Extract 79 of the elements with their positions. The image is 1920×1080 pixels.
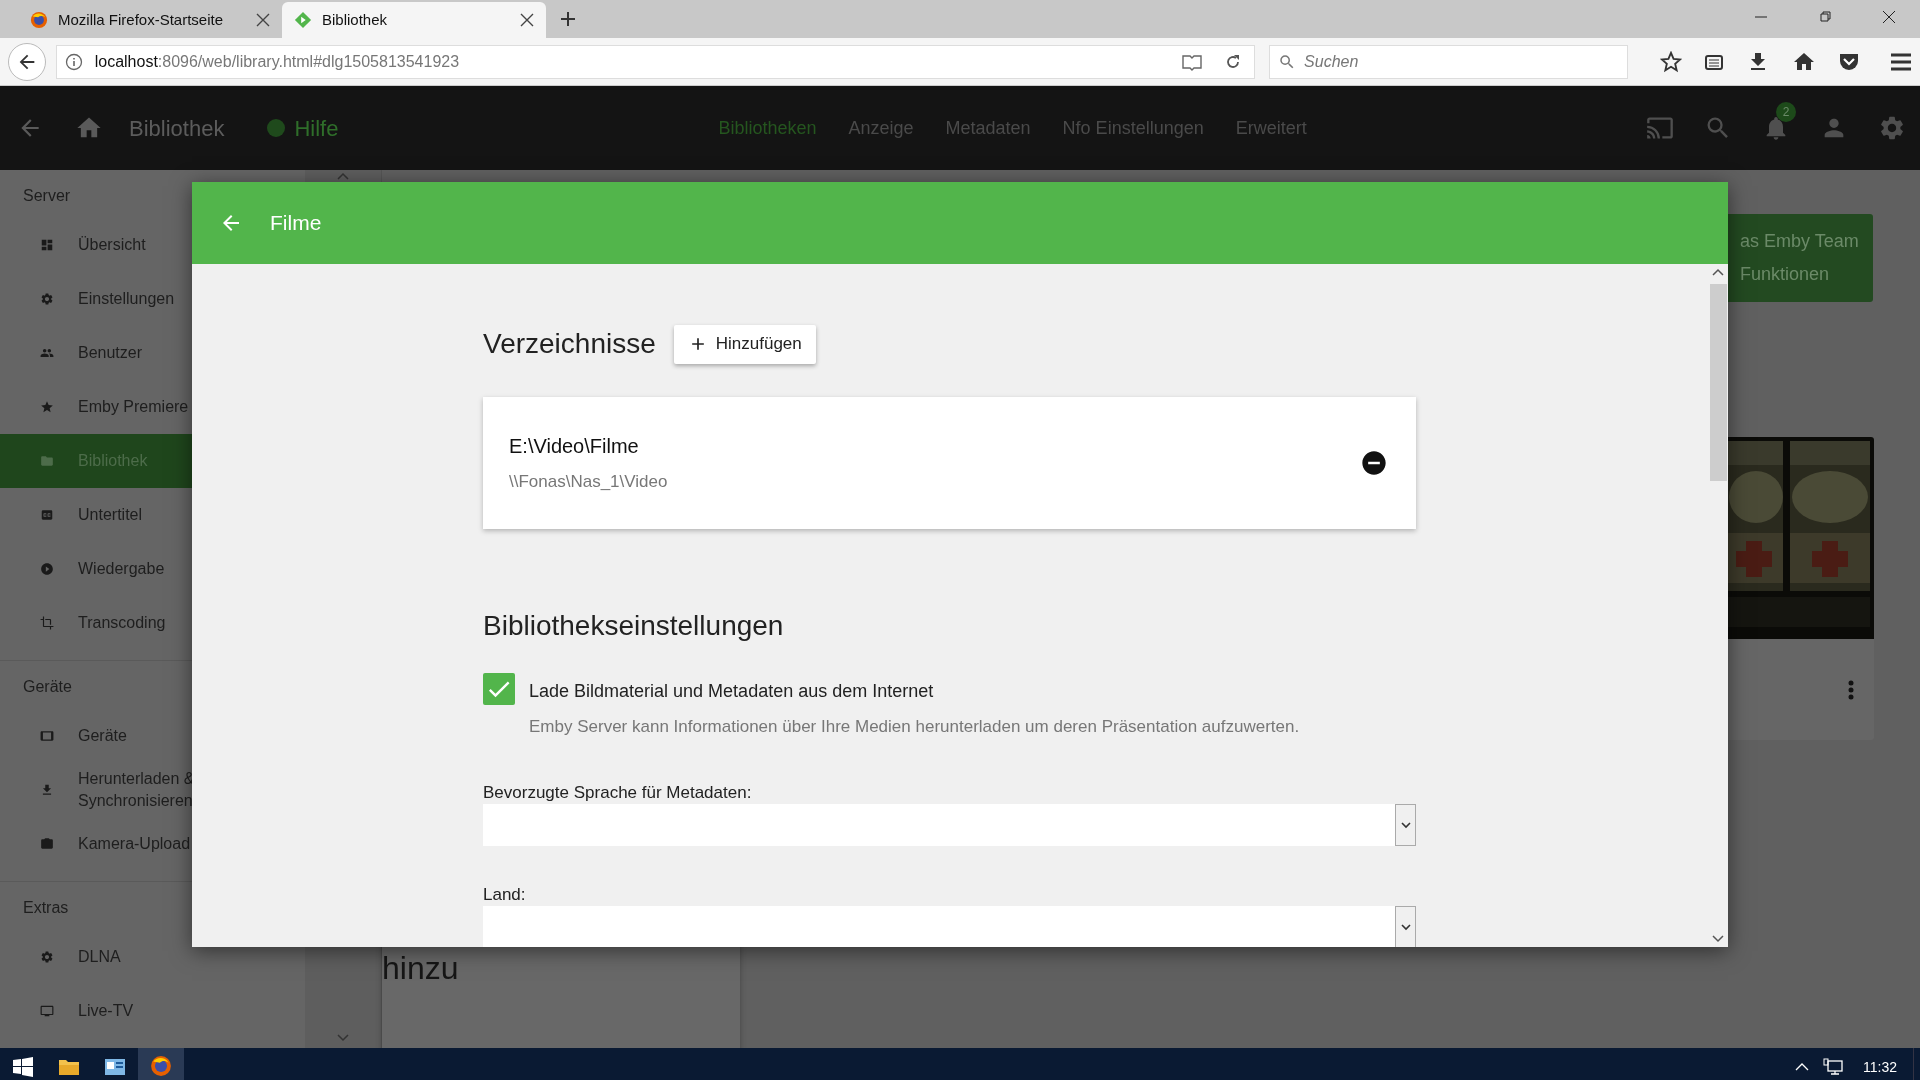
download-icon [40, 783, 54, 797]
clock: 11:32 [1863, 1057, 1897, 1077]
tablet-icon [40, 729, 54, 743]
field-label: Land: [483, 883, 527, 904]
select-field[interactable] [483, 905, 1416, 947]
sidebar-heading: Extras [22, 898, 70, 918]
folder-icon [40, 454, 54, 468]
url-text: localhost:8096/web/library.html#dlg1505813541923 [94, 51, 461, 72]
globe-icon [150, 1055, 172, 1077]
banner-text: as Emby Team [1740, 230, 1860, 253]
settings-icon [1878, 114, 1906, 142]
network-path: \\Fonas\Nas_1\Video [509, 471, 669, 494]
scrollbar[interactable] [1708, 264, 1728, 947]
scroll-down-icon[interactable] [1712, 935, 1724, 943]
tv-icon [40, 1004, 54, 1018]
restore-icon[interactable] [1818, 10, 1832, 24]
play-diamond-icon [294, 11, 312, 29]
checkbox-label: Lade Bildmaterial und Metadaten aus dem Internet [529, 680, 935, 703]
section-heading: Verzeichnisse [483, 327, 656, 361]
field-label: Bevorzugte Sprache für Metadaten: [483, 781, 753, 802]
sidebar-item[interactable]: Wiedergabe [0, 542, 305, 596]
tray-caret-icon[interactable] [1795, 1063, 1809, 1071]
star-icon [40, 400, 54, 414]
card-text: hinzu [382, 950, 460, 986]
sidebar-item[interactable]: Benutzer [0, 326, 305, 380]
section-heading: Bibliothekseinstellungen [483, 609, 785, 643]
sidebar-item[interactable]: Einstellungen [0, 272, 305, 326]
close-icon[interactable] [256, 13, 270, 27]
menu-icon[interactable] [1890, 51, 1912, 72]
nav-tab[interactable]: Bibliotheken [718, 114, 817, 142]
more-icon[interactable] [1848, 679, 1854, 700]
url-field[interactable]: localhost:8096/web/library.html#dlg1505813541923 [55, 44, 1256, 79]
checkbox[interactable] [483, 673, 515, 705]
browser-tab[interactable]: Mozilla Firefox-Startseite [18, 2, 282, 38]
close-icon[interactable] [520, 13, 534, 27]
sidebar-heading: Server [22, 186, 72, 206]
firefox-taskbar-button[interactable] [138, 1048, 184, 1080]
globe-icon [30, 11, 48, 29]
search-field[interactable]: Suchen [1269, 44, 1628, 79]
sidebar-item[interactable]: Kamera-Upload [0, 817, 305, 871]
settings-icon [40, 950, 54, 964]
sidebar-item[interactable]: Live-TV [0, 984, 305, 1038]
add-button[interactable]: Hinzufügen [673, 324, 816, 364]
window-icon [104, 1058, 126, 1076]
sidebar-item[interactable]: Transcoding [0, 596, 305, 650]
bookmark-star-icon[interactable] [1660, 50, 1682, 73]
sidebar-item[interactable]: Emby Premiere [0, 380, 305, 434]
search-input[interactable]: Suchen [1304, 49, 1619, 74]
browser-tab[interactable]: Bibliothek [282, 2, 546, 38]
info-icon [64, 52, 83, 71]
subtitles-icon [40, 508, 54, 522]
notification-badge: 2 [1776, 102, 1796, 122]
checkbox-description: Emby Server kann Informationen über Ihre Medien herunterladen um deren Präsentation aufzuwerten. [529, 716, 1300, 738]
network-icon[interactable] [1823, 1058, 1843, 1076]
windows-logo [13, 1057, 33, 1077]
scroll-up-icon[interactable] [1712, 268, 1724, 276]
page-title: Bibliothek [129, 114, 225, 143]
back-button[interactable] [8, 42, 46, 81]
settings-icon [40, 292, 54, 306]
folder-icon [58, 1058, 80, 1076]
people-icon [40, 346, 54, 360]
sidebar-item[interactable]: DLNA [0, 930, 305, 984]
scrollbar-thumb[interactable] [1709, 284, 1727, 481]
sidebar-item[interactable]: Untertitel [0, 488, 305, 542]
sidebar-heading: Geräte [22, 677, 73, 697]
sidebar-item[interactable]: Geräte [0, 709, 305, 763]
camera-icon [40, 837, 54, 851]
close-window-icon[interactable] [1882, 10, 1896, 24]
reader-view-icon[interactable] [1182, 52, 1203, 71]
folder-path: E:\Video\Filme [509, 434, 640, 460]
play-icon [40, 562, 54, 576]
help-link[interactable]: Hilfe [266, 111, 339, 145]
remove-button[interactable] [1360, 449, 1388, 477]
select-field[interactable] [483, 803, 1416, 846]
crop-icon [40, 616, 54, 630]
new-tab-icon[interactable] [560, 11, 576, 27]
dashboard-icon [40, 238, 54, 252]
banner-text: Funktionen [1740, 263, 1831, 286]
dialog-title: Filme [270, 210, 322, 237]
